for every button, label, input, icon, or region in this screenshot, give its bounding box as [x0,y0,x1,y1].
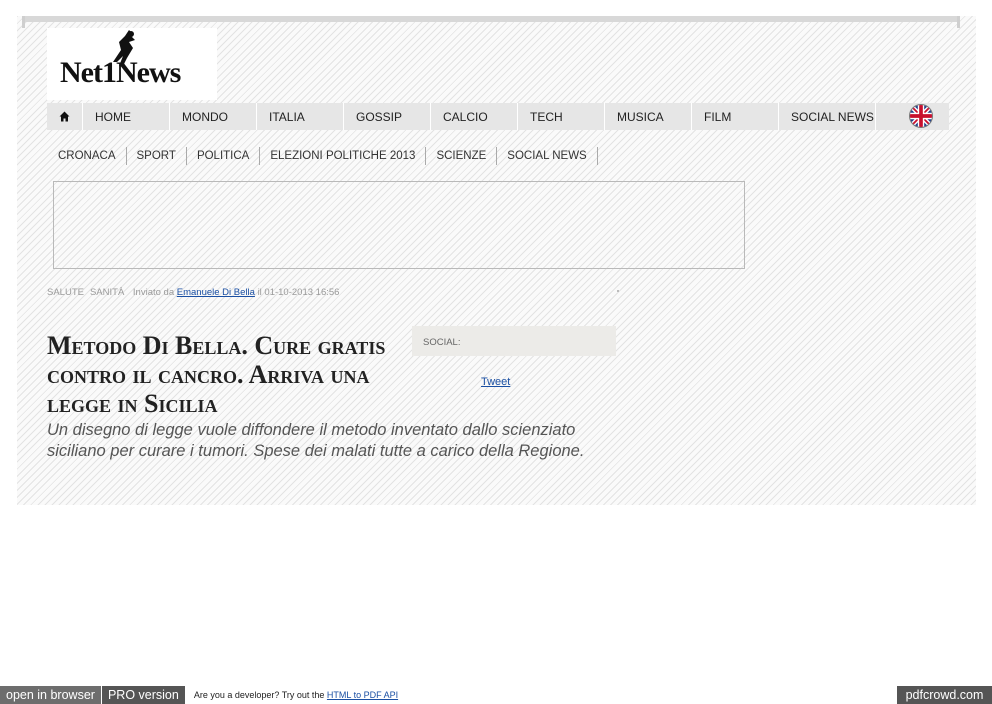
nav-language [875,103,949,130]
html-to-pdf-api-link[interactable]: HTML to PDF API [327,690,398,700]
article-title: Metodo Di Bella. Cure gratis contro il c… [47,331,386,418]
top-border-right-cap [957,16,960,28]
developer-prompt: Are you a developer? Try out the [193,690,325,700]
nav-item-film[interactable]: FILM [691,103,778,130]
main-nav: HOME MONDO ITALIA GOSSIP CALCIO TECH MUS… [47,103,949,130]
nav-item-home[interactable]: HOME [82,103,169,130]
nav-home[interactable] [47,103,82,130]
home-icon [59,111,70,122]
nav-item-mondo[interactable]: MONDO [169,103,256,130]
subnav-item-social-news[interactable]: SOCIAL NEWS [497,147,598,165]
nav-item-tech[interactable]: TECH [517,103,604,130]
nav-item-musica[interactable]: MUSICA [604,103,691,130]
top-border-left-cap [22,16,25,28]
ad-banner[interactable] [53,181,745,269]
nav-item-gossip[interactable]: GOSSIP [343,103,430,130]
article-subtitle: Un disegno di legge vuole diffondere il … [47,421,585,460]
subnav-item-politica[interactable]: POLITICA [187,147,261,165]
social-label: SOCIAL: [423,337,461,348]
sub-nav: CRONACA SPORT POLITICA ELEZIONI POLITICH… [47,145,598,167]
nav-item-calcio[interactable]: CALCIO [430,103,517,130]
tag-salute[interactable]: SALUTE [47,287,84,298]
developer-text: Are you a developer? Try out the HTML to… [194,690,398,700]
open-in-browser-button[interactable]: open in browser [0,686,101,704]
pdfcrowd-brand[interactable]: pdfcrowd.com [897,686,992,704]
subnav-item-elezioni[interactable]: ELEZIONI POLITICHE 2013 [260,147,427,165]
uk-flag-icon[interactable] [909,104,933,128]
divider-dot [617,290,619,292]
top-border [24,16,960,22]
tag-sanita[interactable]: SANITÀ [90,287,124,298]
nav-item-italia[interactable]: ITALIA [256,103,343,130]
pro-version-button[interactable]: PRO version [101,686,185,704]
subnav-item-cronaca[interactable]: CRONACA [47,147,127,165]
author-link[interactable]: Emanuele Di Bella [177,287,255,298]
post-date: il 01-10-2013 16:56 [257,287,340,298]
subnav-item-scienze[interactable]: SCIENZE [426,147,498,165]
logo-text[interactable]: Net1News [60,56,181,90]
subnav-item-sport[interactable]: SPORT [127,147,187,165]
pdfcrowd-footer: open in browser PRO version Are you a de… [0,686,398,704]
tweet-link[interactable]: Tweet [481,376,510,388]
article-meta: SALUTE SANITÀ Inviato da Emanuele Di Bell… [47,287,339,298]
nav-item-social-news[interactable]: SOCIAL NEWS [778,103,875,130]
posted-by-label: Inviato da [132,287,175,298]
